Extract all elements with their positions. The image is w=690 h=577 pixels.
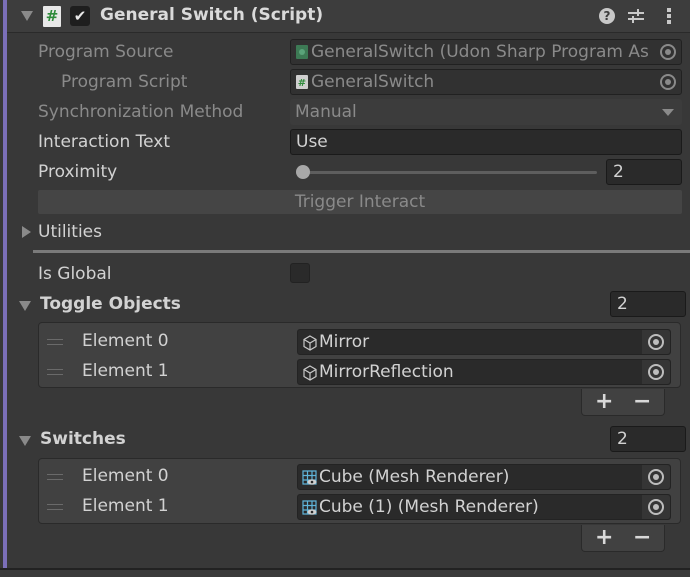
toggle-objects-list: Element 0 Mirror Element 1 MirrorReflect… (38, 322, 681, 388)
svg-text:#: # (298, 78, 306, 89)
object-picker-button[interactable] (642, 330, 670, 354)
list-item: Element 0 Cube (Mesh Renderer) (39, 462, 680, 492)
element-label: Element 0 (82, 466, 169, 486)
udon-program-asset-icon (296, 45, 308, 59)
program-script-row: Program Script # GeneralSwitch (7, 68, 690, 96)
element-label: Element 1 (82, 361, 169, 381)
sync-method-value: Manual (295, 102, 357, 122)
component-header[interactable]: # ✔ General Switch (Script) ? (7, 0, 690, 33)
program-source-row: Program Source GeneralSwitch (Udon Sharp… (7, 38, 690, 66)
help-icon[interactable]: ? (599, 8, 615, 24)
component-enabled-checkbox[interactable]: ✔ (70, 6, 90, 26)
trigger-interact-button[interactable]: Trigger Interact (38, 190, 682, 214)
utilities-row[interactable]: Utilities (7, 218, 690, 246)
add-element-button[interactable]: + (595, 525, 613, 551)
toggle-objects-add-remove: + − (581, 389, 665, 416)
element-label: Element 0 (82, 331, 169, 351)
drag-handle-icon[interactable] (47, 369, 63, 375)
drag-handle-icon[interactable] (47, 474, 63, 480)
proximity-slider-thumb[interactable] (296, 165, 310, 179)
is-global-row: Is Global (7, 260, 690, 288)
program-source-field: GeneralSwitch (Udon Sharp Program As (290, 39, 682, 65)
interaction-text-label: Interaction Text (38, 132, 171, 152)
is-global-label: Is Global (38, 264, 112, 284)
proximity-row: Proximity 2 (7, 158, 690, 186)
fold-down-icon[interactable] (19, 301, 31, 311)
object-field-value: MirrorReflection (319, 362, 454, 382)
switches-label[interactable]: Switches (40, 429, 126, 449)
program-script-value: GeneralSwitch (311, 72, 435, 92)
switches-header[interactable]: Switches 2 (7, 426, 690, 454)
drag-handle-icon[interactable] (47, 504, 63, 510)
object-field[interactable]: Mirror (297, 329, 671, 355)
object-field-value: Cube (Mesh Renderer) (319, 467, 510, 487)
add-element-button[interactable]: + (595, 389, 613, 415)
list-item: Element 1 Cube (1) (Mesh Renderer) (39, 492, 680, 522)
toggle-objects-label[interactable]: Toggle Objects (40, 294, 181, 314)
is-global-checkbox[interactable] (290, 263, 310, 283)
program-source-label: Program Source (38, 42, 174, 62)
switches-add-remove: + − (581, 525, 665, 552)
proximity-slider-track[interactable] (297, 171, 597, 174)
dropdown-arrow-icon (662, 109, 674, 116)
next-component-edge (0, 570, 690, 577)
object-picker-button[interactable] (642, 360, 670, 384)
object-field[interactable]: Cube (Mesh Renderer) (297, 464, 671, 490)
interaction-text-row: Interaction Text Use (7, 128, 690, 156)
element-label: Element 1 (82, 496, 169, 516)
fold-down-icon[interactable] (19, 436, 31, 446)
separator (33, 250, 690, 253)
object-field[interactable]: Cube (1) (Mesh Renderer) (297, 494, 671, 520)
object-picker-icon (660, 44, 676, 60)
script-file-icon: # (296, 75, 308, 89)
remove-element-button[interactable]: − (633, 389, 651, 415)
utilities-label[interactable]: Utilities (38, 222, 102, 242)
object-picker-button[interactable] (642, 465, 670, 489)
gameobject-cube-icon (303, 335, 317, 351)
remove-element-button[interactable]: − (633, 525, 651, 551)
object-field-value: Mirror (319, 332, 370, 352)
list-item: Element 0 Mirror (39, 327, 680, 357)
trigger-interact-row: Trigger Interact (7, 189, 690, 217)
fold-down-icon[interactable] (21, 11, 33, 21)
proximity-label: Proximity (38, 162, 118, 182)
kebab-menu-icon[interactable] (666, 7, 672, 25)
inspector-panel: # ✔ General Switch (Script) ? Program So… (0, 0, 690, 577)
object-picker-icon (660, 74, 676, 90)
program-source-value: GeneralSwitch (Udon Sharp Program As (311, 42, 649, 62)
drag-handle-icon[interactable] (47, 339, 63, 345)
program-script-field: # GeneralSwitch (290, 69, 682, 95)
sync-method-label: Synchronization Method (38, 102, 244, 122)
fold-right-icon[interactable] (22, 226, 31, 238)
toggle-objects-size-input[interactable]: 2 (610, 291, 686, 317)
component-title: General Switch (Script) (100, 5, 324, 25)
sync-method-dropdown: Manual (290, 99, 682, 125)
switches-size-input[interactable]: 2 (610, 426, 686, 452)
object-picker-button[interactable] (642, 495, 670, 519)
program-script-label: Program Script (61, 72, 188, 92)
object-field[interactable]: MirrorReflection (297, 359, 671, 385)
script-icon: # (43, 6, 61, 27)
list-item: Element 1 MirrorReflection (39, 357, 680, 387)
switches-list: Element 0 Cube (Mesh Renderer) Element 1… (38, 458, 681, 524)
gameobject-cube-icon (303, 365, 317, 381)
proximity-value-input[interactable]: 2 (606, 159, 682, 185)
presets-icon[interactable] (627, 7, 645, 25)
sync-method-row: Synchronization Method Manual (7, 98, 690, 126)
object-field-value: Cube (1) (Mesh Renderer) (319, 497, 539, 517)
interaction-text-input[interactable]: Use (290, 129, 682, 155)
mesh-renderer-icon (302, 500, 317, 515)
toggle-objects-header[interactable]: Toggle Objects 2 (7, 291, 690, 319)
mesh-renderer-icon (302, 470, 317, 485)
